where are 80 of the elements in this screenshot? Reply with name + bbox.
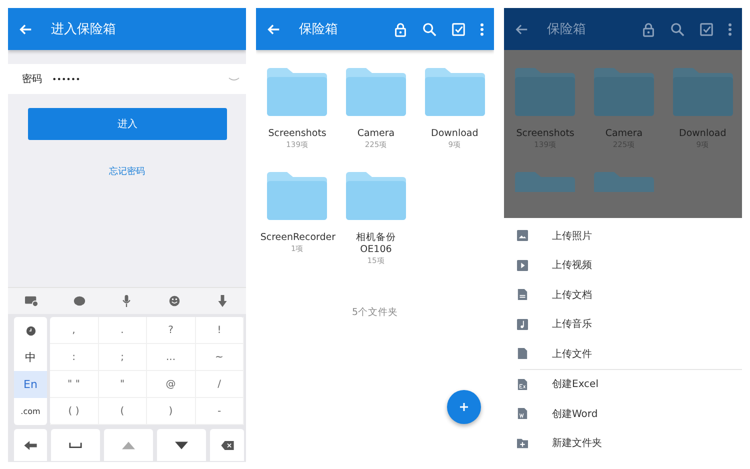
keyboard-key[interactable]: - (196, 398, 244, 425)
screen-title: 进入保险箱 (51, 21, 116, 38)
up-triangle-icon (122, 440, 135, 450)
keyboard-key[interactable]: En (14, 371, 47, 398)
password-value: •••••• (52, 74, 82, 84)
video-icon (517, 260, 528, 271)
keyboard-settings-icon[interactable] (25, 295, 38, 307)
keyboard-key[interactable]: 中 (14, 344, 47, 371)
clock-icon (26, 326, 36, 336)
back-arrow-icon (24, 440, 37, 450)
folder-name: 相机备份 OE106 (354, 232, 397, 256)
keyboard-key[interactable]: : (50, 344, 98, 371)
folder-icon (672, 68, 733, 116)
menu-item[interactable]: 创建Word (504, 399, 742, 428)
menu-item[interactable]: 上传视频 (504, 250, 742, 280)
hide-keyboard-icon[interactable] (216, 295, 229, 307)
chat-bubble-icon[interactable] (72, 295, 86, 307)
keyboard-key[interactable]: ! (196, 317, 244, 344)
backspace-icon (220, 440, 234, 450)
enter-button[interactable]: 进入 (28, 108, 227, 140)
music-icon (517, 318, 528, 330)
delete-key[interactable] (210, 429, 244, 461)
menu-item[interactable]: 上传照片 (504, 221, 742, 250)
more-menu-icon[interactable] (480, 22, 484, 36)
document-icon (517, 408, 528, 420)
folder-name: Camera (357, 128, 395, 140)
document-icon (517, 378, 528, 390)
keyboard-key[interactable]: . (98, 317, 147, 344)
folder-icon (594, 172, 654, 192)
folder-name: Download (431, 128, 478, 140)
lock-icon[interactable] (393, 22, 408, 36)
keyboard-key[interactable]: ... (147, 344, 196, 371)
folder-name: Screenshots (268, 128, 326, 140)
menu-item[interactable]: 新建文件夹 (504, 428, 742, 458)
keyboard-key[interactable]: " " (50, 371, 98, 398)
document-icon (517, 289, 528, 300)
keyboard-key[interactable]: @ (147, 371, 196, 398)
down-triangle-icon (175, 440, 188, 450)
keyboard-key[interactable]: ? (147, 317, 196, 344)
back-key[interactable] (14, 429, 47, 461)
forgot-password-link[interactable]: 忘记密码 (109, 165, 145, 178)
folder-icon (515, 68, 576, 116)
keyboard-key[interactable]: ( (98, 398, 147, 425)
menu-item[interactable]: 上传音乐 (504, 310, 742, 339)
down-key[interactable] (157, 429, 206, 461)
field-label: 密码 (22, 72, 42, 86)
menu-item[interactable]: 创建Excel (504, 370, 742, 399)
keyboard-key[interactable]: / (196, 371, 244, 398)
keyboard-key[interactable]: .com (14, 398, 47, 425)
keyboard-key[interactable]: , (50, 317, 98, 344)
photo-icon (517, 230, 528, 242)
search-icon[interactable] (422, 22, 437, 36)
folder-name: Camera (605, 128, 643, 140)
keyboard-key[interactable]: ~ (196, 344, 244, 371)
keyboard-key[interactable]: ) (147, 398, 196, 425)
folder-name: Screenshots (516, 128, 574, 140)
more-menu-icon (728, 22, 732, 36)
space-icon (69, 440, 82, 450)
lock-icon (641, 22, 656, 36)
emoji-icon[interactable] (168, 295, 182, 307)
plus-icon (459, 402, 469, 412)
folder-icon (515, 172, 576, 192)
checkbox-icon[interactable] (451, 22, 466, 36)
folder-icon (594, 68, 654, 116)
password-field[interactable]: 密码 •••••• (8, 64, 246, 94)
file-icon (517, 348, 528, 360)
search-icon (670, 22, 685, 36)
screen-title: 保险箱 (299, 21, 338, 38)
checkbox-icon (699, 22, 714, 36)
folder-plus-icon (517, 438, 528, 449)
keyboard-key[interactable]: ; (98, 344, 147, 371)
screen-title: 保险箱 (547, 21, 586, 38)
menu-item[interactable]: 上传文件 (504, 339, 742, 368)
keyboard-key[interactable]: " (98, 371, 147, 398)
folder-name: Download (679, 128, 726, 140)
keyboard-key[interactable]: ( ) (50, 398, 98, 425)
add-button[interactable] (447, 390, 481, 424)
folder-name: ScreenRecorder (260, 232, 334, 244)
menu-item[interactable]: 上传文档 (504, 280, 742, 310)
folder-count: 5个文件夹 (350, 306, 400, 319)
